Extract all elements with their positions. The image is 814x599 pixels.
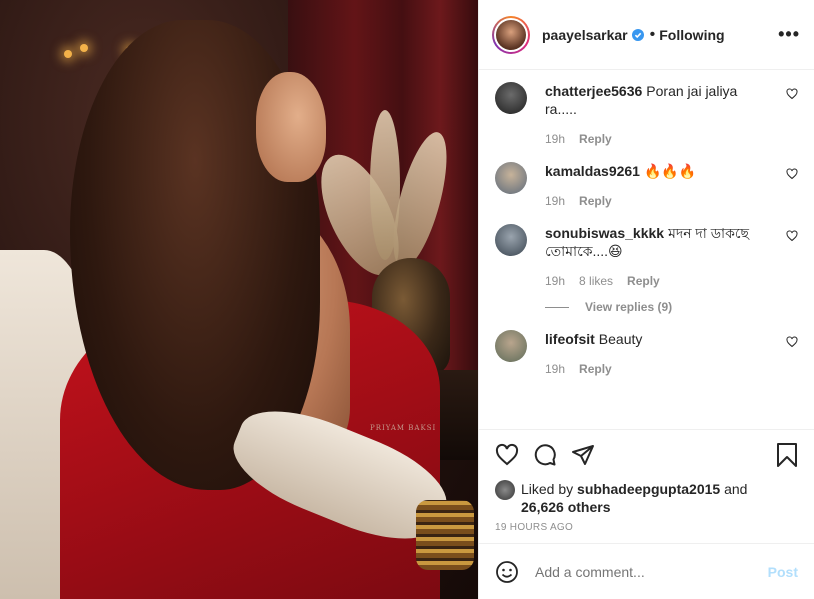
comment-likes[interactable]: 8 likes bbox=[579, 274, 613, 288]
comment-text: 🔥🔥🔥 bbox=[643, 163, 697, 179]
post-photo[interactable]: PRIYAM BAKSI bbox=[0, 0, 478, 599]
bokeh-light bbox=[80, 44, 88, 52]
liker-avatar[interactable] bbox=[495, 480, 515, 500]
like-comment-heart-icon[interactable] bbox=[786, 336, 798, 348]
comment-item: chatterjee5636 Poran jai jaliya ra..... 1… bbox=[495, 82, 798, 148]
comments-list: chatterjee5636 Poran jai jaliya ra..... 1… bbox=[479, 70, 814, 429]
comment-username[interactable]: kamaldas9261 bbox=[545, 163, 640, 179]
photo-watermark: PRIYAM BAKSI bbox=[370, 424, 437, 432]
comment-bubble-icon[interactable] bbox=[533, 443, 557, 467]
emoji-icon[interactable] bbox=[495, 560, 519, 584]
comment-username[interactable]: sonubiswas_kkkk bbox=[545, 225, 664, 241]
commenter-avatar[interactable] bbox=[495, 330, 527, 362]
view-replies-label: View replies (9) bbox=[585, 300, 673, 314]
likes-others[interactable]: 26,626 others bbox=[521, 499, 611, 515]
liked-by-label: Liked by bbox=[521, 481, 574, 497]
like-comment-heart-icon[interactable] bbox=[786, 230, 798, 242]
save-bookmark-icon[interactable] bbox=[776, 443, 798, 467]
add-comment-bar: Post bbox=[479, 543, 814, 599]
author-avatar[interactable] bbox=[492, 15, 530, 54]
author-username[interactable]: paayelsarkar bbox=[542, 27, 628, 43]
comment-username[interactable]: chatterjee5636 bbox=[545, 83, 642, 99]
more-options-icon[interactable]: ••• bbox=[778, 24, 800, 45]
commenter-avatar[interactable] bbox=[495, 82, 527, 114]
pampas-plume bbox=[370, 110, 400, 260]
verified-badge-icon bbox=[631, 28, 644, 41]
reply-button[interactable]: Reply bbox=[627, 274, 660, 288]
post-comment-button[interactable]: Post bbox=[768, 564, 798, 580]
avatar-border bbox=[494, 17, 528, 52]
post-header: paayelsarkar • Following ••• bbox=[479, 0, 814, 70]
comment-time[interactable]: 19h bbox=[545, 362, 565, 376]
post-actions: Liked by subhadeepgupta2015 and 26,626 o… bbox=[479, 429, 814, 543]
likes-and: and bbox=[724, 481, 748, 497]
replies-line bbox=[545, 306, 569, 308]
comment-time[interactable]: 19h bbox=[545, 274, 565, 288]
commenter-avatar[interactable] bbox=[495, 162, 527, 194]
comment-time[interactable]: 19h bbox=[545, 132, 565, 146]
figure-face bbox=[256, 72, 326, 182]
commenter-avatar[interactable] bbox=[495, 224, 527, 256]
bangles bbox=[416, 500, 474, 570]
liker-username[interactable]: subhadeepgupta2015 bbox=[577, 481, 720, 497]
like-comment-heart-icon[interactable] bbox=[786, 168, 798, 180]
post-sidebar: paayelsarkar • Following ••• chatterjee5… bbox=[478, 0, 814, 599]
comment-item: lifeofsit Beauty 19h Reply bbox=[495, 330, 798, 378]
likes-summary: Liked by subhadeepgupta2015 and 26,626 o… bbox=[495, 480, 798, 516]
post-timestamp[interactable]: 19 HOURS AGO bbox=[495, 522, 798, 533]
reply-button[interactable]: Reply bbox=[579, 362, 612, 376]
post-view: PRIYAM BAKSI paayelsarkar • Following ••… bbox=[0, 0, 814, 599]
comment-input[interactable] bbox=[533, 562, 768, 581]
reply-button[interactable]: Reply bbox=[579, 194, 612, 208]
bokeh-light bbox=[64, 50, 72, 58]
share-paper-plane-icon[interactable] bbox=[571, 443, 595, 467]
view-replies-button[interactable]: View replies (9) bbox=[545, 300, 798, 314]
comment-item: kamaldas9261 🔥🔥🔥 19h Reply bbox=[495, 162, 798, 210]
reply-button[interactable]: Reply bbox=[579, 132, 612, 146]
comment-time[interactable]: 19h bbox=[545, 194, 565, 208]
like-heart-icon[interactable] bbox=[495, 443, 519, 467]
avatar-image bbox=[496, 19, 526, 50]
comment-text: Beauty bbox=[598, 331, 643, 347]
separator-dot: • bbox=[649, 25, 656, 43]
comment-username[interactable]: lifeofsit bbox=[545, 331, 595, 347]
following-button[interactable]: Following bbox=[659, 27, 724, 43]
like-comment-heart-icon[interactable] bbox=[786, 88, 798, 100]
comment-item: sonubiswas_kkkk মদন দা ডাকছে তোমাকে....😆 … bbox=[495, 224, 798, 290]
